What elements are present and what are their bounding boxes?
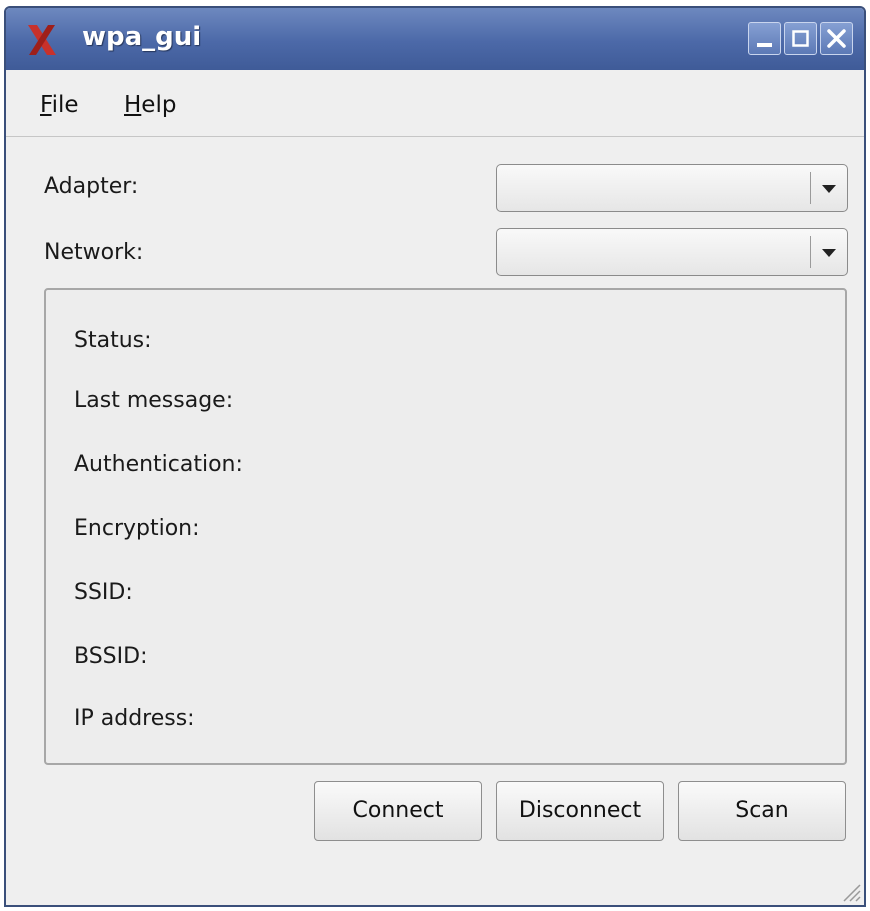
chevron-down-icon [822,185,836,193]
disconnect-button[interactable]: Disconnect [496,781,664,841]
scan-button[interactable]: Scan [678,781,846,841]
menu-help-label: elp [141,92,177,118]
last-message-label: Last message: [74,388,234,413]
authentication-label: Authentication: [74,452,243,477]
bssid-label: BSSID: [74,644,148,669]
menu-file-mnemonic: F [40,92,52,118]
minimize-icon [757,43,772,47]
network-label: Network: [44,240,144,265]
status-panel: Status: Last message: Authentication: En… [44,288,847,765]
adapter-select[interactable] [496,164,848,212]
chevron-down-icon [822,249,836,257]
menu-file-label: ile [51,92,79,118]
combo-separator [810,236,811,268]
network-select[interactable] [496,228,848,276]
adapter-label: Adapter: [44,174,139,199]
menu-help-mnemonic: H [124,92,142,118]
resize-grip-icon[interactable] [838,879,862,903]
close-icon [827,29,846,48]
menu-bar: File Help [6,70,864,137]
menu-help[interactable]: Help [124,92,176,118]
title-bar[interactable]: wpa_gui [6,8,864,71]
combo-separator [810,172,811,204]
ssid-label: SSID: [74,580,133,605]
status-label: Status: [74,328,152,353]
maximize-icon [792,30,809,47]
menu-file[interactable]: File [40,92,79,118]
minimize-button[interactable] [748,22,781,55]
connect-button[interactable]: Connect [314,781,482,841]
maximize-button[interactable] [784,22,817,55]
encryption-label: Encryption: [74,516,200,541]
x-icon [28,25,56,55]
wpa-gui-window: wpa_gui File Help Adapter: Network: Stat… [4,6,866,907]
window-title: wpa_gui [82,22,202,52]
close-button[interactable] [820,22,853,55]
ip-address-label: IP address: [74,706,195,731]
